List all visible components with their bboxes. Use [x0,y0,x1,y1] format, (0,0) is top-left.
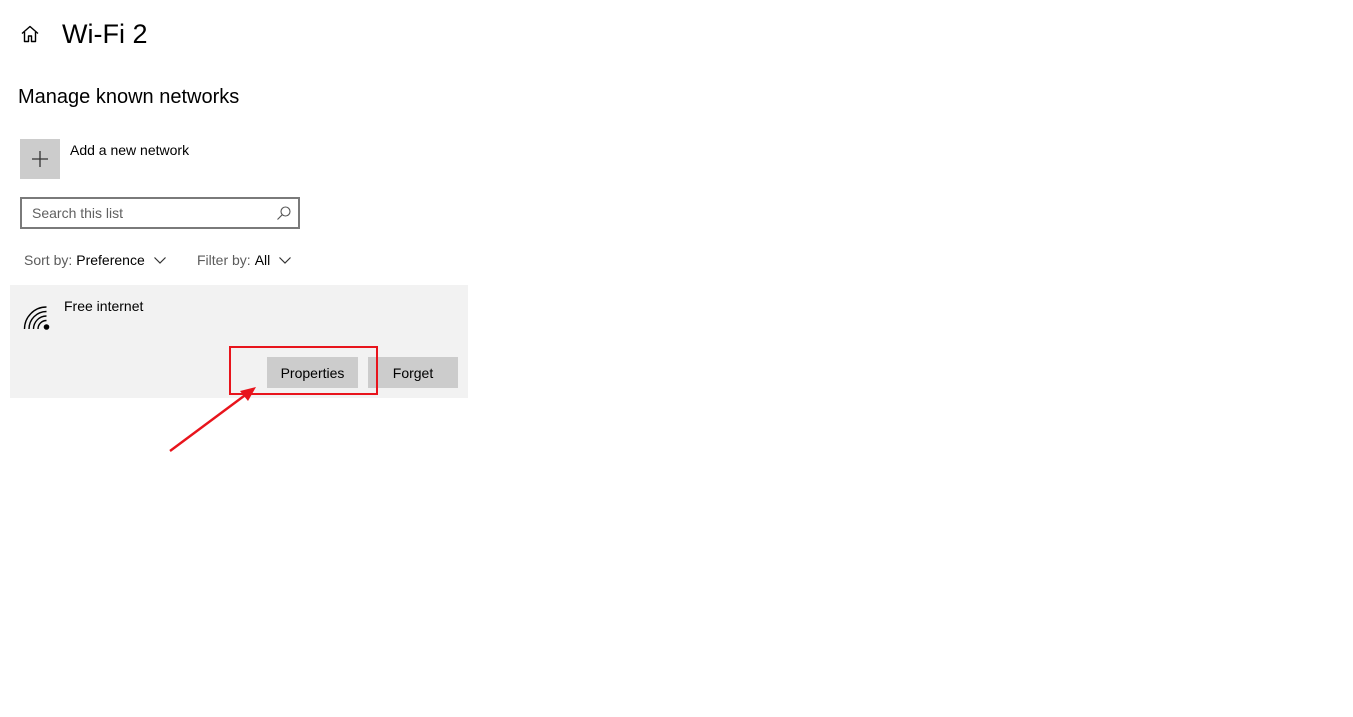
network-name: Free internet [64,298,144,314]
plus-icon [32,151,48,167]
page-title: Wi-Fi 2 [62,19,148,49]
sort-value: Preference [76,252,145,268]
sort-dropdown[interactable]: Sort by: Preference [24,251,167,269]
home-icon [21,25,39,43]
settings-page: Wi-Fi 2 Manage known networks Add a new … [0,0,1353,717]
filter-value: All [254,252,271,268]
wifi-icon [23,306,50,330]
add-network-label: Add a new network [70,142,190,158]
chevron-down-icon [279,257,292,264]
chevron-down-icon [153,257,166,264]
sort-label: Sort by: [24,252,73,268]
network-list-item[interactable]: Free internet Properties Forget [10,285,468,398]
add-network-tile [20,139,60,179]
filter-dropdown[interactable]: Filter by: All [197,251,292,269]
add-network-button[interactable]: Add a new network [20,139,189,179]
forget-button[interactable]: Forget [368,357,458,388]
search-input[interactable] [22,199,272,227]
home-button[interactable] [16,20,44,48]
search-icon[interactable] [276,205,292,221]
properties-button[interactable]: Properties [267,357,358,388]
search-box[interactable] [20,197,300,229]
section-title: Manage known networks [18,86,240,108]
filter-label: Filter by: [197,252,251,268]
